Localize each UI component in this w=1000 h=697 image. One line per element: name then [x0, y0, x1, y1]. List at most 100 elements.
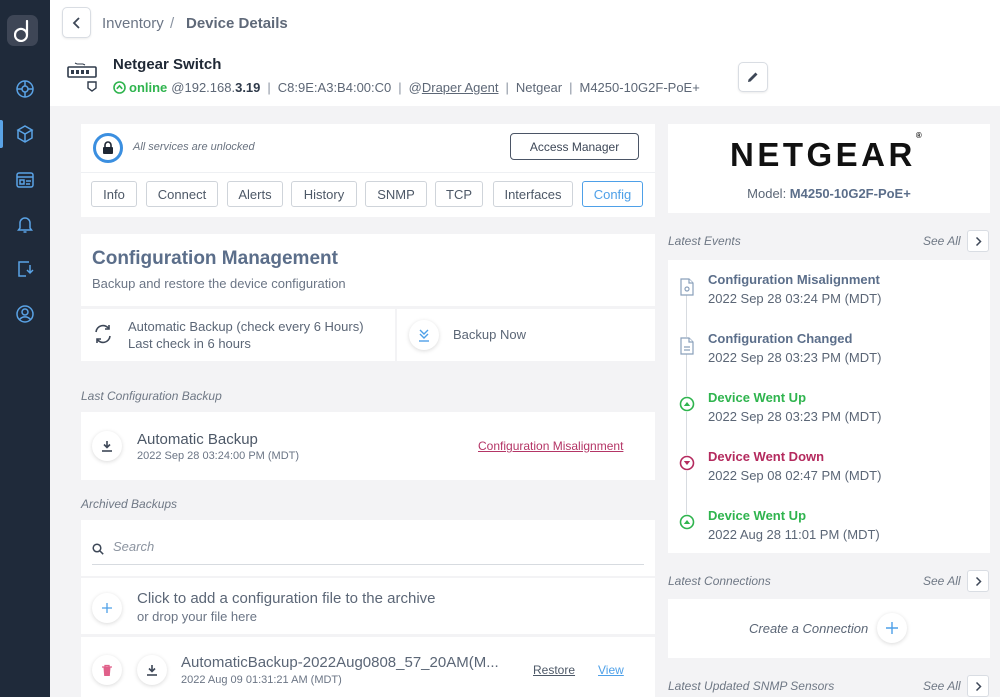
vendor-name: Netgear	[515, 80, 563, 95]
vendor-model: Model: M4250-10G2F-PoE+	[668, 186, 990, 201]
nav-reports-icon[interactable]	[0, 249, 50, 289]
event-item[interactable]: Configuration Misalignment 2022 Sep 28 0…	[668, 268, 990, 318]
latest-events-label: Latest Events	[668, 234, 741, 248]
events-card: Configuration Misalignment 2022 Sep 28 0…	[668, 260, 990, 553]
search-underline	[92, 564, 644, 565]
access-manager-button[interactable]: Access Manager	[510, 133, 639, 160]
device-down-icon	[679, 455, 695, 471]
tab-config[interactable]: Config	[582, 181, 643, 207]
device-meta: online @192.168.3.19 | C8:9E:A3:B4:00:C0…	[113, 80, 700, 95]
add-config-label: Click to add a configuration file to the…	[137, 590, 436, 607]
tab-alerts[interactable]: Alerts	[227, 181, 283, 207]
tab-info[interactable]: Info	[91, 181, 137, 207]
meta-separator: |	[267, 80, 271, 95]
tab-snmp[interactable]: SNMP	[365, 181, 427, 207]
page-subtitle: Backup and restore the device configurat…	[92, 276, 346, 291]
device-up-icon	[679, 396, 695, 412]
model-value: M4250-10G2F-PoE+	[789, 186, 911, 201]
chevron-right-icon	[975, 576, 982, 586]
trash-icon	[102, 664, 112, 676]
auto-backup-card[interactable]: Automatic Backup (check every 6 Hours) L…	[81, 309, 395, 361]
events-see-all[interactable]: See All	[923, 234, 961, 248]
pencil-icon	[748, 72, 758, 82]
tab-interfaces[interactable]: Interfaces	[493, 181, 573, 207]
edit-button[interactable]	[738, 62, 768, 92]
nav-inventory-icon[interactable]	[0, 114, 50, 154]
backup-now-button[interactable]: Backup Now	[397, 309, 655, 361]
online-icon	[113, 81, 126, 94]
page-title: Configuration Management	[92, 248, 338, 269]
tab-tcp[interactable]: TCP	[435, 181, 483, 207]
last-check-label: Last check in 6 hours	[128, 336, 251, 351]
event-item[interactable]: Device Went Up 2022 Sep 28 03:23 PM (MDT…	[668, 386, 990, 436]
breadcrumb-separator: /	[170, 15, 175, 32]
event-item[interactable]: Configuration Changed 2022 Sep 28 03:23 …	[668, 327, 990, 377]
add-icon	[92, 593, 122, 623]
page-header: Inventory / Device Details Netgear Switc…	[50, 0, 1000, 106]
file-name: AutomaticBackup-2022Aug0808_57_20AM(M...	[181, 654, 499, 671]
tab-connect[interactable]: Connect	[146, 181, 218, 207]
event-date: 2022 Sep 28 03:23 PM (MDT)	[708, 350, 882, 365]
last-backup-title: Automatic Backup	[137, 431, 258, 448]
sync-icon	[92, 323, 114, 350]
back-button[interactable]	[62, 7, 91, 38]
connections-see-all[interactable]: See All	[923, 574, 961, 588]
event-title: Device Went Up	[708, 390, 807, 405]
config-header-card: Configuration Management Backup and rest…	[81, 234, 655, 306]
add-config-dropzone[interactable]: Click to add a configuration file to the…	[81, 578, 655, 634]
auto-backup-label: Automatic Backup (check every 6 Hours)	[128, 319, 364, 334]
create-connection-button[interactable]	[877, 613, 907, 643]
snmp-see-all[interactable]: See All	[923, 679, 961, 693]
connections-next-button[interactable]	[967, 570, 989, 592]
archived-file-row: AutomaticBackup-2022Aug0808_57_20AM(M...…	[81, 637, 655, 697]
meta-separator: |	[398, 80, 402, 95]
ip-suffix: 3.19	[235, 80, 261, 95]
nav-account-icon[interactable]	[0, 294, 50, 334]
delete-button[interactable]	[92, 655, 122, 685]
events-next-button[interactable]	[967, 230, 989, 252]
archived-section-label: Archived Backups	[81, 497, 178, 511]
chevron-left-icon	[72, 16, 80, 29]
event-date: 2022 Sep 28 03:24 PM (MDT)	[708, 291, 882, 306]
services-status: All services are unlocked	[133, 141, 255, 153]
device-model: M4250-10G2F-PoE+	[579, 80, 700, 95]
ip-address: @192.168.3.19	[171, 80, 260, 95]
event-title: Device Went Down	[708, 449, 825, 464]
nav-dashboard-icon[interactable]	[0, 160, 50, 200]
archive-search-card	[81, 520, 655, 576]
ip-prefix: @192.168.	[171, 80, 236, 95]
app-logo[interactable]	[7, 15, 38, 46]
event-item[interactable]: Device Went Up 2022 Aug 28 11:01 PM (MDT…	[668, 504, 990, 554]
download-button[interactable]	[92, 431, 122, 461]
event-date: 2022 Aug 28 11:01 PM (MDT)	[708, 527, 880, 542]
backup-now-label: Backup Now	[453, 327, 526, 342]
nav-network-icon[interactable]	[0, 69, 50, 109]
connections-card: Create a Connection	[668, 599, 990, 658]
tab-history[interactable]: History	[291, 181, 357, 207]
event-title: Configuration Changed	[708, 331, 853, 346]
nav-alerts-icon[interactable]	[0, 204, 50, 244]
restore-link[interactable]: Restore	[533, 663, 575, 677]
view-link[interactable]: View	[598, 663, 624, 677]
lock-icon	[93, 133, 123, 163]
model-prefix: Model:	[747, 186, 790, 201]
misalignment-link[interactable]: Configuration Misalignment	[478, 439, 623, 453]
backup-download-icon	[409, 320, 439, 350]
services-card: All services are unlocked Access Manager…	[81, 124, 655, 217]
vendor-card: NETGEAR® Model: M4250-10G2F-PoE+	[668, 124, 990, 213]
download-icon	[102, 441, 112, 452]
breadcrumb-inventory[interactable]: Inventory	[102, 15, 164, 32]
mac-address: C8:9E:A3:B4:00:C0	[277, 80, 392, 95]
agent-link[interactable]: Draper Agent	[422, 80, 499, 95]
divider	[81, 172, 655, 173]
meta-separator: |	[505, 80, 509, 95]
search-input[interactable]	[113, 539, 633, 554]
sidebar	[0, 0, 50, 697]
download-button[interactable]	[137, 655, 167, 685]
last-backup-date: 2022 Sep 28 03:24:00 PM (MDT)	[137, 450, 300, 462]
file-date: 2022 Aug 09 01:31:21 AM (MDT)	[181, 674, 342, 686]
event-item[interactable]: Device Went Down 2022 Sep 08 02:47 PM (M…	[668, 445, 990, 495]
chevron-right-icon	[975, 236, 982, 246]
create-connection-label[interactable]: Create a Connection	[749, 621, 868, 636]
snmp-next-button[interactable]	[967, 675, 989, 697]
